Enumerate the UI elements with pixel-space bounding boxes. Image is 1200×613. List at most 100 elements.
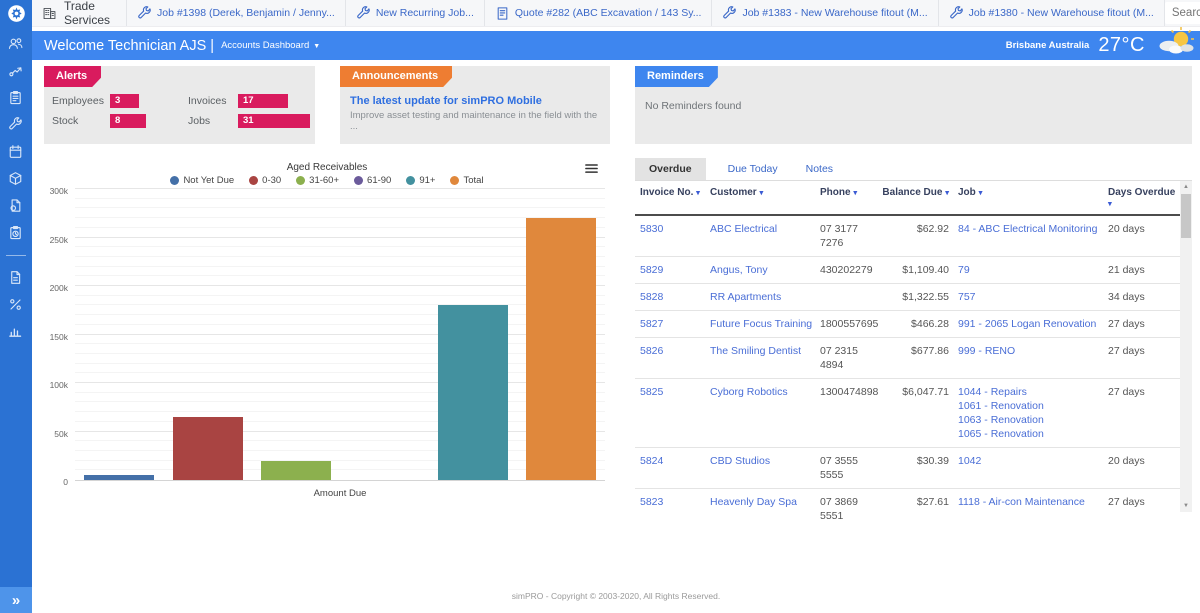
customer-link[interactable]: ABC Electrical [705,222,815,250]
app-brand[interactable]: Trade Services [32,0,126,27]
job-cell: 1118 - Air-con Maintenance [953,495,1103,523]
balance-cell: $1,322.55 [902,291,949,303]
invoice-link[interactable]: 5824 [635,454,705,482]
column-header[interactable]: Phone ▾ [815,187,877,209]
alerts-panel-title: Alerts [44,66,101,87]
sidebar-margins-percent-icon[interactable] [8,297,24,313]
chart-menu-icon[interactable] [584,161,602,176]
phone-cell: 07 2315 4894 [820,345,858,371]
column-header[interactable]: Job ▾ [953,187,1103,209]
legend-item[interactable]: Total [450,175,484,186]
job-link[interactable]: 1044 - Repairs [958,385,1103,399]
customer-link[interactable]: RR Apartments [705,290,815,304]
customer-link[interactable]: Angus, Tony [705,263,815,277]
sidebar-people-icon[interactable] [8,36,24,52]
open-item-tab[interactable]: New Recurring Job... [344,0,484,26]
balance-cell: $27.61 [916,496,949,508]
customer-link[interactable]: CBD Studios [705,454,815,482]
invoice-link[interactable]: 5827 [635,317,705,331]
sidebar-inventory-box-icon[interactable] [8,171,24,187]
column-header[interactable]: Invoice No. ▾ [635,187,705,209]
invoice-link[interactable]: 5823 [635,495,705,523]
column-header[interactable]: Days Overdue ▾ [1103,187,1180,209]
legend-label: Not Yet Due [183,175,235,186]
table-tab-due-today[interactable]: Due Today [722,158,784,180]
alert-count-badge[interactable]: 3 [110,94,139,108]
tab-label: New Recurring Job... [375,7,474,19]
job-cell: 1042 [953,454,1103,482]
invoice-link[interactable]: 5829 [635,263,705,277]
announcement-link[interactable]: The latest update for simPRO Mobile [340,87,610,110]
customer-link[interactable]: Cyborg Robotics [705,385,815,441]
scrollbar-thumb[interactable] [1181,194,1191,238]
customer-link[interactable]: Heavenly Day Spa [705,495,815,523]
dashboard-selector[interactable]: Accounts Dashboard ▼ [221,40,320,51]
sort-caret-icon: ▾ [853,188,858,197]
table-scrollbar[interactable]: ▲ ▼ [1180,181,1192,512]
table-tab-overdue[interactable]: Overdue [635,158,706,180]
job-link[interactable]: 1065 - Renovation [958,427,1103,441]
sidebar-purchase-order-icon[interactable] [8,198,24,214]
sidebar-jobs-wrench-icon[interactable] [8,117,24,133]
scroll-up-arrow-icon[interactable]: ▲ [1180,181,1192,193]
sidebar-sales-trend-icon[interactable] [8,63,24,79]
alert-count-badge[interactable]: 8 [110,114,146,128]
alert-label: Stock [52,115,79,127]
alert-count-badge[interactable]: 17 [238,94,288,108]
days-overdue-cell: 27 days [1108,386,1145,398]
tab-label: Job #1380 - New Warehouse fitout (M... [968,7,1154,19]
aged-receivables-chart: Aged Receivables Not Yet Due 0-30 31-60+ 61… [44,158,610,506]
open-item-tab[interactable]: Job #1380 - New Warehouse fitout (M... [937,0,1165,26]
sort-caret-icon: ▾ [945,188,949,197]
open-item-tab[interactable]: Quote #282 (ABC Excavation / 143 Sy... [483,0,712,26]
column-header[interactable]: Customer ▾ [705,187,815,209]
job-link[interactable]: 1042 [958,454,1103,468]
legend-item[interactable]: 61-90 [354,175,391,186]
sidebar-timesheet-clock-icon[interactable] [8,225,24,241]
job-link[interactable]: 1061 - Renovation [958,399,1103,413]
job-link[interactable]: 79 [958,263,1103,277]
customer-link[interactable]: The Smiling Dentist [705,344,815,372]
expand-sidebar-button[interactable]: » [0,587,32,613]
receipt-icon [495,6,510,21]
column-header[interactable]: Balance Due ▾ [877,187,953,209]
alert-label: Jobs [188,115,211,127]
open-item-tab[interactable]: Job #1398 (Derek, Benjamin / Jenny... [126,0,345,26]
y-tick-label: 0 [63,477,68,487]
legend-item[interactable]: 0-30 [249,175,281,186]
days-overdue-cell: 34 days [1108,291,1145,303]
table-row: 5830 ABC Electrical 07 3177 7276 $62.92 84 - … [635,216,1180,257]
legend-label: 61-90 [367,175,392,186]
job-link[interactable]: 757 [958,290,1103,304]
sidebar-job-card-icon[interactable] [8,90,24,106]
invoice-link[interactable]: 5825 [635,385,705,441]
y-tick-label: 200k [49,283,68,293]
legend-item[interactable]: 31-60+ [296,175,339,186]
alert-count-badge[interactable]: 31 [238,114,310,128]
invoice-link[interactable]: 5830 [635,222,705,250]
simpro-logo-icon[interactable] [0,0,32,27]
search-input[interactable] [1171,7,1200,19]
table-body: 5830 ABC Electrical 07 3177 7276 $62.92 84 - … [635,216,1180,523]
alerts-panel: Alerts Employees 3 Invoices 17 Stock 8 Jobs 31 [44,66,315,144]
legend-item[interactable]: Not Yet Due [170,175,234,186]
job-link[interactable]: 1063 - Renovation [958,413,1103,427]
job-link[interactable]: 1118 - Air-con Maintenance [958,495,1103,509]
table-row: 5825 Cyborg Robotics 1300474898 $6,047.71 10… [635,379,1180,448]
job-link[interactable]: 999 - RENO [958,344,1103,358]
job-link[interactable]: 991 - 2065 Logan Renovation [958,317,1103,331]
balance-cell: $1,109.40 [902,264,949,276]
invoice-link[interactable]: 5828 [635,290,705,304]
legend-item[interactable]: 91+ [406,175,435,186]
open-item-tab[interactable]: Job #1383 - New Warehouse fitout (M... [711,0,937,26]
invoice-link[interactable]: 5826 [635,344,705,372]
sidebar-invoice-document-icon[interactable] [8,270,24,286]
table-tab-notes[interactable]: Notes [800,158,839,180]
scroll-down-arrow-icon[interactable]: ▼ [1180,500,1192,512]
app-name: Trade Services [64,0,111,27]
sidebar-schedule-calendar-icon[interactable] [8,144,24,160]
table-header: Invoice No. ▾ Customer ▾ Phone ▾ Balance Du… [635,181,1180,216]
job-link[interactable]: 84 - ABC Electrical Monitoring [958,222,1103,236]
sidebar-reports-chart-icon[interactable] [8,324,24,340]
customer-link[interactable]: Future Focus Training [705,317,815,331]
